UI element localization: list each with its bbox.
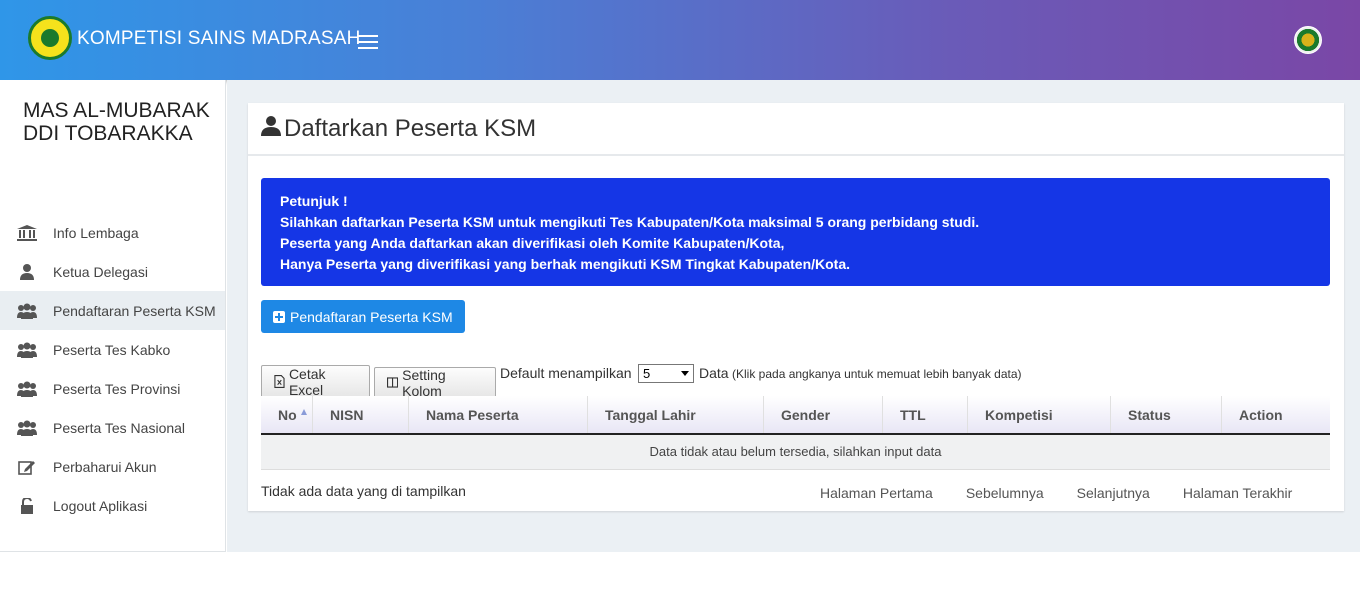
table-info: Tidak ada data yang di tampilkan xyxy=(261,483,466,499)
sidebar-item-perbaharui-akun[interactable]: Perbaharui Akun xyxy=(0,447,225,486)
table-header: No NISN Nama Peserta Tanggal Lahir Gende… xyxy=(261,396,1330,435)
sidebar-item-label: Perbaharui Akun xyxy=(53,458,157,475)
unlock-icon xyxy=(17,497,37,514)
data-label: Data xyxy=(699,365,729,381)
sidebar-item-label: Info Lembaga xyxy=(53,224,139,241)
main-card: Daftarkan Peserta KSM Petunjuk ! Silahka… xyxy=(248,103,1344,511)
page-size-value: 5 xyxy=(643,366,651,381)
prev-page-link[interactable]: Sebelumnya xyxy=(966,485,1044,501)
sidebar-item-pendaftaran-peserta[interactable]: Pendaftaran Peserta KSM xyxy=(0,291,225,330)
users-icon xyxy=(17,342,37,358)
sidebar-menu: Info Lembaga Ketua Delegasi Pendaftaran … xyxy=(0,213,225,525)
column-header-ttl[interactable]: TTL xyxy=(883,396,968,433)
column-header-status[interactable]: Status xyxy=(1111,396,1222,433)
column-header-gender[interactable]: Gender xyxy=(764,396,883,433)
setting-columns-button[interactable]: Setting Kolom xyxy=(374,366,496,399)
file-excel-icon xyxy=(274,375,285,388)
sidebar-item-peserta-provinsi[interactable]: Peserta Tes Provinsi xyxy=(0,369,225,408)
kemenag-logo-icon[interactable] xyxy=(28,16,72,60)
user-icon xyxy=(17,263,37,280)
participants-table: No NISN Nama Peserta Tanggal Lahir Gende… xyxy=(261,396,1330,470)
export-excel-label: Cetak Excel xyxy=(288,365,326,398)
users-icon xyxy=(17,420,37,436)
sidebar-item-label: Logout Aplikasi xyxy=(53,497,148,514)
sidebar-item-label: Ketua Delegasi xyxy=(53,263,148,280)
register-participant-button[interactable]: Pendaftaran Peserta KSM xyxy=(261,300,465,333)
alert-line: Silahkan daftarkan Peserta KSM untuk men… xyxy=(280,214,980,230)
sidebar-item-label: Peserta Tes Nasional xyxy=(53,419,186,436)
edit-icon xyxy=(17,459,37,475)
table-toolbar: Cetak Excel Setting Kolom Default menamp… xyxy=(261,363,1331,399)
users-icon xyxy=(17,381,37,397)
first-page-link[interactable]: Halaman Pertama xyxy=(820,485,933,501)
table-empty-row: Data tidak atau belum tersedia, silahkan… xyxy=(261,435,1330,470)
setting-columns-label: Setting Kolom xyxy=(402,366,446,399)
school-name: MAS AL-MUBARAK DDI TOBARAKKA xyxy=(23,99,210,145)
pagination: Halaman Pertama Sebelumnya Selanjutnya H… xyxy=(820,485,1325,501)
export-excel-button[interactable]: Cetak Excel xyxy=(261,365,370,398)
card-header: Daftarkan Peserta KSM xyxy=(248,103,1344,156)
instruction-alert: Petunjuk ! Silahkan daftarkan Peserta KS… xyxy=(261,178,1330,286)
sidebar-item-ketua-delegasi[interactable]: Ketua Delegasi xyxy=(0,252,225,291)
column-header-tanggal-lahir[interactable]: Tanggal Lahir xyxy=(588,396,764,433)
column-header-no[interactable]: No xyxy=(261,396,313,433)
columns-icon xyxy=(387,377,399,388)
next-page-link[interactable]: Selanjutnya xyxy=(1077,485,1150,501)
alert-line: Hanya Peserta yang diverifikasi yang ber… xyxy=(280,256,851,272)
sort-asc-icon xyxy=(300,408,307,415)
column-header-kompetisi[interactable]: Kompetisi xyxy=(968,396,1111,433)
column-header-action[interactable]: Action xyxy=(1222,396,1330,433)
page-size-select[interactable]: 5 xyxy=(638,364,694,383)
plus-square-icon xyxy=(273,310,285,323)
alert-line: Peserta yang Anda daftarkan akan diverif… xyxy=(280,235,785,251)
institution-icon xyxy=(17,224,37,241)
column-header-nisn[interactable]: NISN xyxy=(313,396,409,433)
register-button-label: Pendaftaran Peserta KSM xyxy=(290,308,453,325)
sidebar: MAS AL-MUBARAK DDI TOBARAKKA Info Lembag… xyxy=(0,80,226,552)
user-avatar-icon[interactable] xyxy=(1294,26,1322,54)
sidebar-item-peserta-kabko[interactable]: Peserta Tes Kabko xyxy=(0,330,225,369)
column-header-nama[interactable]: Nama Peserta xyxy=(409,396,588,433)
page-size-label: Default menampilkan xyxy=(500,365,632,381)
user-icon xyxy=(261,116,281,141)
sidebar-item-label: Peserta Tes Provinsi xyxy=(53,380,181,397)
page-title: Daftarkan Peserta KSM xyxy=(284,114,537,142)
sidebar-item-peserta-nasional[interactable]: Peserta Tes Nasional xyxy=(0,408,225,447)
sidebar-item-label: Peserta Tes Kabko xyxy=(53,341,171,358)
users-icon xyxy=(17,303,37,319)
sidebar-item-logout[interactable]: Logout Aplikasi xyxy=(0,486,225,525)
sidebar-item-label: Pendaftaran Peserta KSM xyxy=(53,302,216,319)
sidebar-item-info-lembaga[interactable]: Info Lembaga xyxy=(0,213,225,252)
alert-heading: Petunjuk ! xyxy=(280,193,348,209)
hamburger-icon[interactable] xyxy=(358,35,378,51)
brand-title[interactable]: KOMPETISI SAINS MADRASAH xyxy=(77,28,361,50)
last-page-link[interactable]: Halaman Terakhir xyxy=(1183,485,1292,501)
top-navbar: KOMPETISI SAINS MADRASAH xyxy=(0,0,1360,80)
caret-down-icon xyxy=(681,371,689,376)
page-size-hint: (Klik pada angkanya untuk memuat lebih b… xyxy=(732,367,1022,381)
